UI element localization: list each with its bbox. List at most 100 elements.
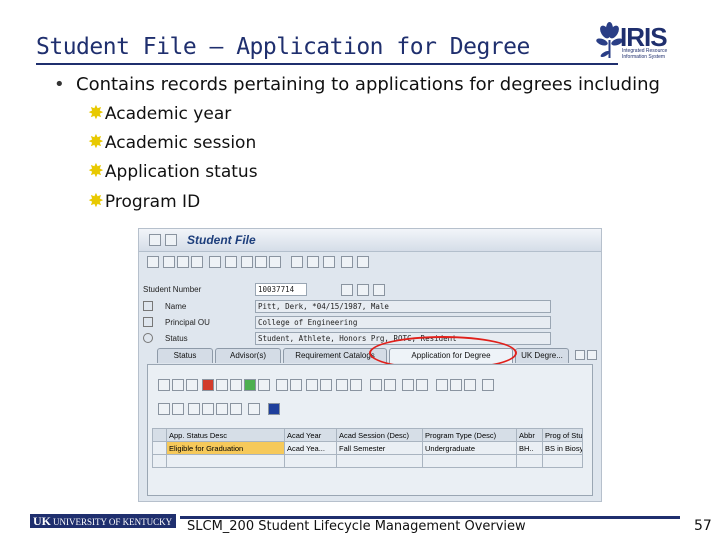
student-number-row: Student Number 10037714 <box>143 283 393 297</box>
tools-icon[interactable] <box>373 284 385 296</box>
choose-layout-icon[interactable] <box>436 379 448 391</box>
accept-icon[interactable] <box>258 379 270 391</box>
column-header[interactable]: Abbr <box>516 428 543 442</box>
delete-icon[interactable] <box>276 379 288 391</box>
check-icon[interactable] <box>244 379 256 391</box>
table-row[interactable]: Eligible for Graduation Acad Yea... Fall… <box>152 441 583 455</box>
sub-bullet-item: ✸Academic session <box>88 131 257 153</box>
status-label: Status <box>165 334 188 343</box>
logo-subtitle: Integrated Resource Information System <box>622 48 668 60</box>
table-cell[interactable] <box>422 454 517 468</box>
column-header[interactable]: Program Type (Desc) <box>422 428 517 442</box>
new-icon[interactable] <box>147 256 159 268</box>
deselect-icon[interactable] <box>172 403 184 415</box>
sort-ascending-icon[interactable] <box>306 379 318 391</box>
info-icon[interactable] <box>268 403 280 415</box>
details-icon[interactable] <box>158 379 170 391</box>
principal-ou-row: Principal OU College of Engineering <box>143 316 583 330</box>
export-icon[interactable] <box>384 379 396 391</box>
uk-logo: UK UNIVERSITY OF KENTUCKY <box>30 514 176 528</box>
table-cell[interactable]: BS in Biosysto <box>542 441 583 455</box>
grid-toolbar <box>158 379 578 393</box>
refresh-icon[interactable] <box>188 403 200 415</box>
new-document-icon[interactable] <box>341 284 353 296</box>
table-cell[interactable] <box>166 454 285 468</box>
open-icon[interactable] <box>163 256 175 268</box>
move-icon[interactable] <box>230 379 242 391</box>
table-cell[interactable] <box>542 454 583 468</box>
row-selector-header[interactable] <box>152 428 167 442</box>
status-search-icon <box>143 333 153 343</box>
graphic-icon[interactable] <box>464 379 476 391</box>
sort-descending-icon[interactable] <box>320 379 332 391</box>
table-icon[interactable] <box>248 403 260 415</box>
menu-icon[interactable] <box>149 234 161 246</box>
tab-scroll-right-icon[interactable] <box>587 350 597 360</box>
tab-uk-degree[interactable]: UK Degre... <box>515 348 569 363</box>
settings-icon[interactable] <box>357 256 369 268</box>
layout-icon[interactable] <box>416 379 428 391</box>
table-cell[interactable] <box>284 454 337 468</box>
window-icon[interactable] <box>165 234 177 246</box>
transfer-icon[interactable] <box>209 256 221 268</box>
edit-icon[interactable] <box>177 256 189 268</box>
table-cell[interactable]: Fall Semester <box>336 441 423 455</box>
list-icon[interactable] <box>269 256 281 268</box>
insert-icon[interactable] <box>216 379 228 391</box>
bullet-text: Contains records pertaining to applicati… <box>76 74 660 95</box>
application-for-degree-panel: App. Status Desc Acad Year Acad Session … <box>147 364 593 496</box>
row-selector[interactable] <box>152 441 167 455</box>
table-row[interactable] <box>152 454 583 468</box>
copy-grid-icon[interactable] <box>202 403 214 415</box>
grid-toolbar-2 <box>158 403 358 417</box>
filter-icon[interactable] <box>370 379 382 391</box>
name-label: Name <box>165 302 187 311</box>
tab-status[interactable]: Status <box>157 348 213 363</box>
total-icon[interactable] <box>336 379 348 391</box>
table-cell[interactable]: Undergraduate <box>422 441 517 455</box>
column-header[interactable]: Prog of Study <box>542 428 583 442</box>
column-header[interactable]: Acad Year <box>284 428 337 442</box>
sap-window-title: Student File <box>187 233 256 247</box>
table-cell[interactable]: Eligible for Graduation <box>166 441 285 455</box>
print-grid-icon[interactable] <box>402 379 414 391</box>
subtotal-icon[interactable] <box>350 379 362 391</box>
sap-titlebar: Student File <box>139 229 601 252</box>
select-all-icon[interactable] <box>158 403 170 415</box>
table-cell[interactable]: Acad Yea... <box>284 441 337 455</box>
column-header[interactable]: Acad Session (Desc) <box>336 428 423 442</box>
copy-row-icon[interactable] <box>186 379 198 391</box>
print-icon[interactable] <box>255 256 267 268</box>
document-icon[interactable] <box>307 256 319 268</box>
view-icon[interactable] <box>450 379 462 391</box>
abc-analysis-icon[interactable] <box>482 379 494 391</box>
cut-icon[interactable] <box>290 379 302 391</box>
sub-bullet-item: ✸Application status <box>88 160 258 182</box>
table-cell[interactable] <box>516 454 543 468</box>
row-icon[interactable] <box>230 403 242 415</box>
folder-icon[interactable] <box>291 256 303 268</box>
flag-icon[interactable] <box>202 379 214 391</box>
table-cell[interactable]: BH.. <box>516 441 543 455</box>
column-header[interactable]: App. Status Desc <box>166 428 285 442</box>
change-icon[interactable] <box>172 379 184 391</box>
sap-toolbar <box>147 256 387 270</box>
sub-bullet-item: ✸Program ID <box>88 190 201 212</box>
row-selector[interactable] <box>152 454 167 468</box>
tab-scroll-left-icon[interactable] <box>575 350 585 360</box>
find-icon[interactable] <box>341 256 353 268</box>
principal-ou-field: College of Engineering <box>255 316 551 329</box>
student-number-field[interactable]: 10037714 <box>255 283 307 296</box>
edit-pencil-icon[interactable] <box>357 284 369 296</box>
save-icon[interactable] <box>241 256 253 268</box>
table-cell[interactable] <box>336 454 423 468</box>
star-bullet-icon: ✸ <box>88 190 104 212</box>
application-grid: App. Status Desc Acad Year Acad Session … <box>152 428 583 468</box>
status-row: Status Student, Athlete, Honors Prg, ROT… <box>143 332 583 346</box>
copy-icon[interactable] <box>191 256 203 268</box>
name-field: Pitt, Derk, *04/15/1987, Male <box>255 300 551 313</box>
attachment-icon[interactable] <box>323 256 335 268</box>
column-icon[interactable] <box>216 403 228 415</box>
tab-advisors[interactable]: Advisor(s) <box>215 348 281 363</box>
grid-icon[interactable] <box>225 256 237 268</box>
